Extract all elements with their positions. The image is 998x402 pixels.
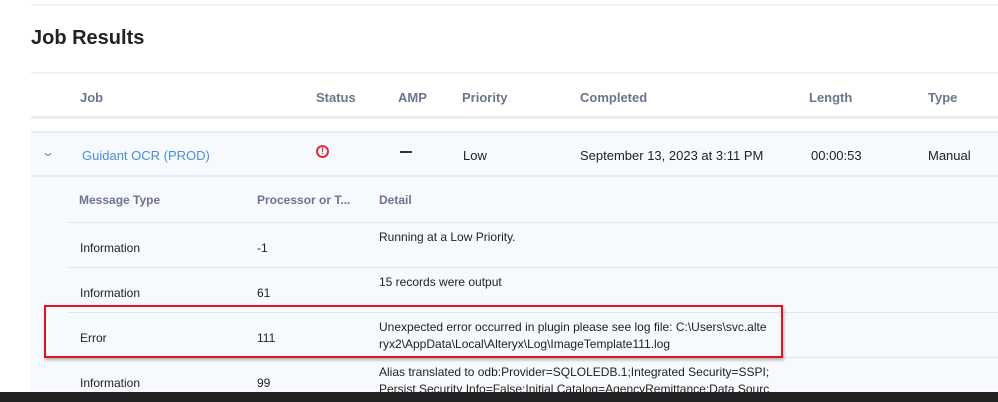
- column-type[interactable]: Type: [928, 90, 957, 105]
- chevron-down-icon[interactable]: ⌄: [41, 145, 55, 159]
- amp-dash-icon: [400, 151, 412, 153]
- detail-line: Running at a Low Priority.: [379, 230, 516, 244]
- column-message-type[interactable]: Message Type: [79, 193, 160, 207]
- processor: 99: [257, 376, 271, 390]
- message-type: Information: [80, 241, 141, 255]
- column-priority[interactable]: Priority: [462, 90, 508, 105]
- column-status[interactable]: Status: [316, 90, 356, 105]
- processor: -1: [257, 241, 268, 255]
- table-header: Job Status AMP Priority Completed Length…: [31, 72, 998, 119]
- message-row: Information -1 Running at a Low Priority…: [68, 222, 998, 267]
- error-circle-icon: !: [316, 145, 329, 158]
- column-processor[interactable]: Processor or T...: [257, 193, 350, 207]
- column-length[interactable]: Length: [809, 90, 852, 105]
- type: Manual: [928, 148, 971, 163]
- taskbar: [0, 392, 998, 402]
- detail-line: 15 records were output: [379, 275, 502, 289]
- table-row[interactable]: ⌄ Guidant OCR (PROD) ! Low September 13,…: [31, 131, 998, 177]
- highlight-box: [44, 305, 783, 358]
- completed: September 13, 2023 at 3:11 PM: [580, 148, 764, 163]
- message-type: Information: [80, 376, 141, 390]
- column-detail[interactable]: Detail: [379, 193, 412, 207]
- column-job[interactable]: Job: [80, 90, 103, 105]
- message-table: Message Type Processor or T... Detail In…: [31, 177, 998, 396]
- job-link[interactable]: Guidant OCR (PROD): [82, 148, 210, 163]
- message-header: Message Type Processor or T... Detail: [68, 177, 998, 222]
- column-amp[interactable]: AMP: [398, 90, 427, 105]
- page-title: Job Results: [31, 27, 145, 49]
- detail-line: Alias translated to odb:Provider=SQLOLED…: [379, 365, 770, 379]
- detail: 15 records were output: [379, 274, 502, 291]
- detail: Running at a Low Priority.: [379, 229, 516, 246]
- column-completed[interactable]: Completed: [580, 90, 647, 105]
- message-type: Information: [80, 286, 141, 300]
- processor: 61: [257, 286, 271, 300]
- divider: [31, 4, 998, 6]
- length: 00:00:53: [811, 148, 862, 163]
- priority: Low: [463, 148, 487, 163]
